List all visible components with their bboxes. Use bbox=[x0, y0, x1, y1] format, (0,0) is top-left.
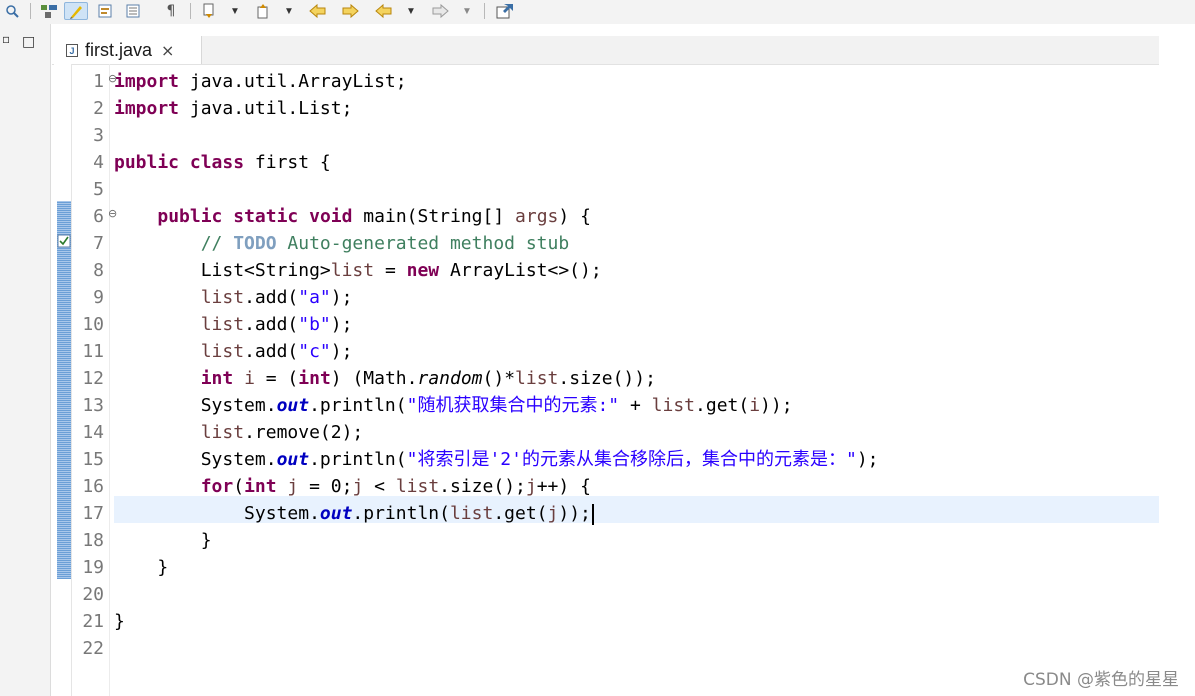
next-annotation-icon[interactable] bbox=[198, 2, 220, 20]
code-line[interactable]: int i = (int) (Math.random()*list.size()… bbox=[114, 365, 656, 392]
watermark: CSDN @紫色的星星 bbox=[1023, 670, 1179, 690]
line-number: 2 bbox=[93, 98, 104, 119]
line-number: 19 bbox=[82, 557, 104, 578]
chevron-down-icon[interactable]: ▼ bbox=[404, 2, 418, 20]
java-file-icon: J bbox=[66, 43, 78, 57]
block-selection-icon[interactable] bbox=[94, 2, 116, 20]
last-edit-location-icon[interactable] bbox=[306, 2, 330, 20]
open-type-icon[interactable] bbox=[4, 2, 20, 20]
line-number: 9 bbox=[93, 287, 104, 308]
line-number: 13 bbox=[82, 395, 104, 416]
toolbar-separator bbox=[30, 3, 31, 19]
line-number: 8 bbox=[93, 260, 104, 281]
left-trim-panel: ▫ □ bbox=[0, 24, 51, 696]
chevron-down-icon[interactable]: ▼ bbox=[228, 2, 242, 20]
code-line[interactable]: System.out.println(list.get(j)); bbox=[114, 500, 594, 527]
back-icon[interactable] bbox=[372, 2, 396, 20]
code-line[interactable]: for(int j = 0;j < list.size();j++) { bbox=[114, 473, 591, 500]
toolbar-separator bbox=[484, 3, 485, 19]
code-line[interactable]: public class first { bbox=[114, 149, 331, 176]
line-number: 18 bbox=[82, 530, 104, 551]
show-whitespace-icon[interactable]: ¶ bbox=[160, 2, 182, 20]
gutter-divider bbox=[109, 64, 110, 696]
line-number: 14 bbox=[82, 422, 104, 443]
line-number: 1 bbox=[93, 71, 104, 92]
editor-tab-bar: J first.java × bbox=[52, 36, 1159, 65]
maximize-icon[interactable]: □ bbox=[22, 34, 35, 50]
code-line[interactable]: // TODO Auto-generated method stub bbox=[114, 230, 569, 257]
line-number: 17 bbox=[82, 503, 104, 524]
java-editor: J first.java × 1 2 3 4 5 6 7 8 9 10 11 12 13 14 15 16 17… bbox=[52, 24, 1159, 696]
code-line[interactable]: public static void main(String[] args) { bbox=[114, 203, 591, 230]
toolbar-separator bbox=[190, 3, 191, 19]
editor-toolbar: ¶ ▼ ▼ ▼ ▼ bbox=[0, 0, 1195, 24]
task-marker-icon[interactable] bbox=[57, 234, 71, 248]
line-number: 12 bbox=[82, 368, 104, 389]
line-number: 16 bbox=[82, 476, 104, 497]
line-number: 15 bbox=[82, 449, 104, 470]
svg-text:J: J bbox=[70, 46, 75, 56]
forward-icon[interactable] bbox=[428, 2, 452, 20]
code-line[interactable]: System.out.println("将索引是'2'的元素从集合移除后，集合中… bbox=[114, 446, 879, 473]
chevron-down-icon[interactable]: ▼ bbox=[282, 2, 296, 20]
line-number: 6 bbox=[93, 206, 104, 227]
code-line[interactable]: import java.util.List; bbox=[114, 95, 352, 122]
tab-first-java[interactable]: J first.java × bbox=[52, 36, 202, 64]
line-number: 10 bbox=[82, 314, 104, 335]
close-icon[interactable]: × bbox=[161, 41, 174, 60]
toggle-breadcrumb-icon[interactable] bbox=[38, 2, 60, 20]
word-wrap-icon[interactable] bbox=[122, 2, 144, 20]
text-caret bbox=[591, 503, 594, 525]
code-line[interactable]: } bbox=[114, 608, 125, 635]
fold-collapse-icon[interactable]: ⊖ bbox=[108, 72, 117, 85]
pin-editor-icon[interactable] bbox=[494, 2, 516, 20]
line-number: 11 bbox=[82, 341, 104, 362]
go-to-edit-icon[interactable] bbox=[338, 2, 362, 20]
tab-label: first.java bbox=[85, 39, 153, 60]
line-number: 3 bbox=[93, 125, 104, 146]
code-line[interactable]: } bbox=[114, 554, 168, 581]
code-line[interactable]: list.add("c"); bbox=[114, 338, 353, 365]
fold-collapse-icon[interactable]: ⊖ bbox=[108, 207, 117, 220]
line-number: 5 bbox=[93, 179, 104, 200]
code-line[interactable]: list.remove(2); bbox=[114, 419, 364, 446]
line-number: 4 bbox=[93, 152, 104, 173]
line-number-gutter: 1 2 3 4 5 6 7 8 9 10 11 12 13 14 15 16 17 18 19 20 21 22 bbox=[74, 64, 110, 696]
line-number: 21 bbox=[82, 611, 104, 632]
restore-icon[interactable]: ▫ bbox=[2, 32, 10, 46]
code-line[interactable]: List<String>list = new ArrayList<>(); bbox=[114, 257, 602, 284]
code-line[interactable]: list.add("a"); bbox=[114, 284, 353, 311]
code-line[interactable]: } bbox=[114, 527, 212, 554]
line-number: 22 bbox=[82, 638, 104, 659]
previous-annotation-icon[interactable] bbox=[252, 2, 274, 20]
line-number: 20 bbox=[82, 584, 104, 605]
code-line[interactable]: list.add("b"); bbox=[114, 311, 353, 338]
code-line[interactable]: import java.util.ArrayList; bbox=[114, 68, 407, 95]
mark-occurrences-icon[interactable] bbox=[64, 2, 88, 20]
chevron-down-icon[interactable]: ▼ bbox=[460, 2, 474, 20]
code-line[interactable]: System.out.println("随机获取集合中的元素:" + list.… bbox=[114, 392, 793, 419]
